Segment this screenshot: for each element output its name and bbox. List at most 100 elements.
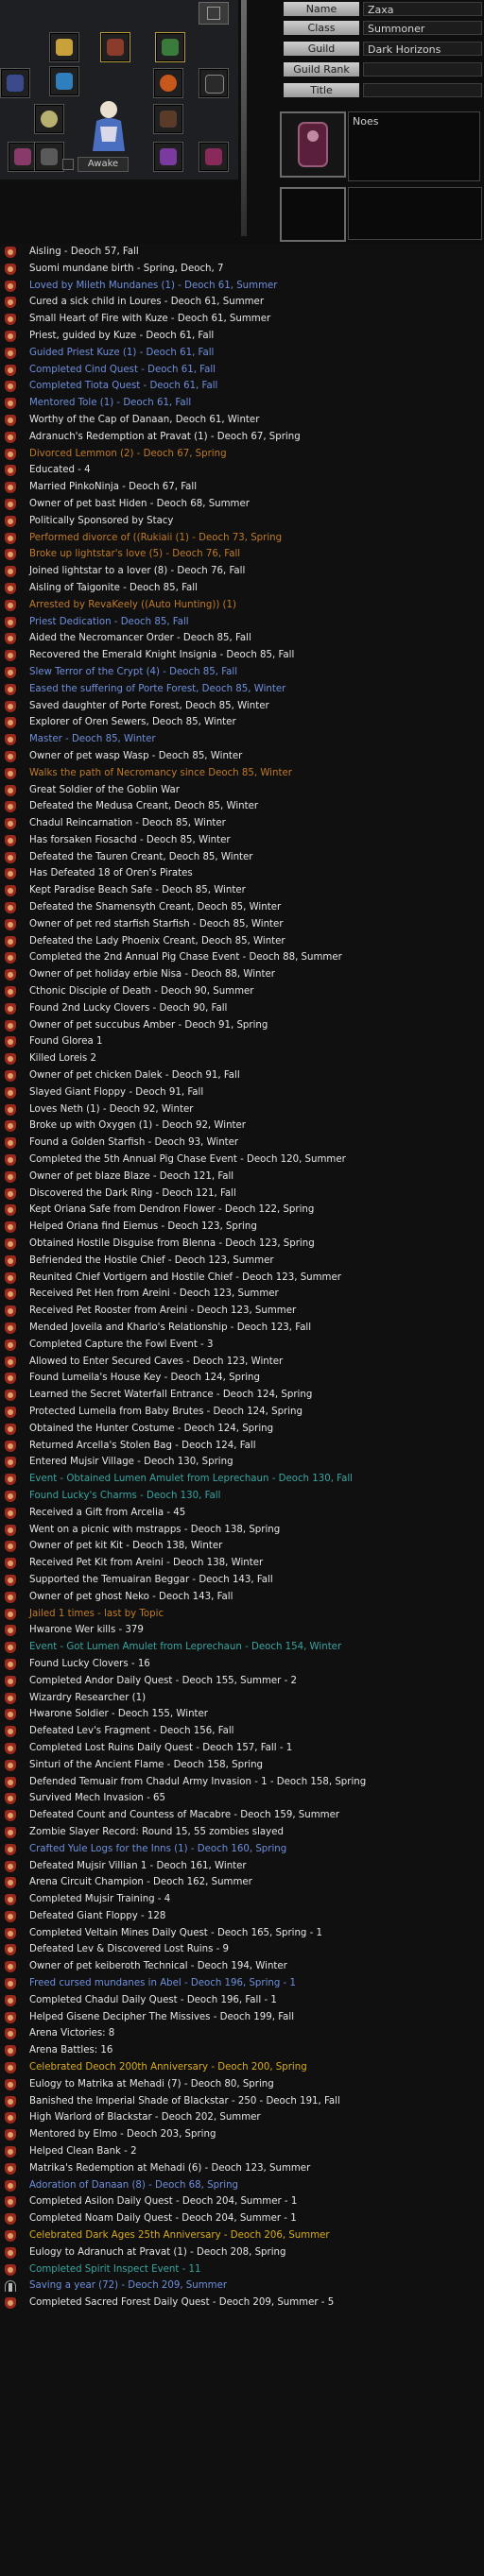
heart-icon xyxy=(5,1103,16,1116)
equip-slot-weapon[interactable] xyxy=(0,68,30,98)
equip-slot-ring-right[interactable] xyxy=(153,68,183,98)
legend-text: Event - Got Lumen Amulet from Leprechaun… xyxy=(29,1642,342,1653)
equip-slot-armor[interactable] xyxy=(49,66,79,96)
sword-icon xyxy=(56,39,73,56)
heart-icon xyxy=(5,1944,16,1956)
equip-slot-necklace[interactable] xyxy=(34,104,64,134)
legend-mark: Mended Joveila and Kharlo's Relationship… xyxy=(0,1320,484,1337)
legend-text: Mended Joveila and Kharlo's Relationship… xyxy=(29,1322,312,1333)
heart-icon xyxy=(5,1759,16,1771)
heart-icon xyxy=(5,1776,16,1788)
field-label-guild: Guild xyxy=(284,42,359,56)
panel-divider xyxy=(241,0,247,236)
legend-text: Owner of pet wasp Wasp - Deoch 85, Winte… xyxy=(29,750,243,761)
equip-slot-accessory[interactable] xyxy=(155,32,185,62)
legend-text: Explorer of Oren Sewers, Deoch 85, Winte… xyxy=(29,717,236,728)
equip-slot-helmet[interactable] xyxy=(49,32,79,62)
legend-mark: Recovered the Emerald Knight Insignia - … xyxy=(0,647,484,664)
heart-icon xyxy=(5,1373,16,1385)
legend-mark: Owner of pet kit Kit - Deoch 138, Winter xyxy=(0,1538,484,1555)
heart-icon xyxy=(5,2179,16,2192)
legend-text: Defeated Lev & Discovered Lost Ruins - 9 xyxy=(29,1944,230,1955)
legend-text: Helped Clean Bank - 2 xyxy=(29,2146,137,2158)
field-label-title: Title xyxy=(284,83,359,97)
heart-icon xyxy=(5,2129,16,2141)
awake-checkbox[interactable] xyxy=(62,159,74,170)
legend-mark: Matrika's Redemption at Mehadi (6) - Deo… xyxy=(0,2160,484,2177)
equip-slot-boots[interactable] xyxy=(34,142,64,172)
field-value-class: Summoner xyxy=(363,21,482,35)
necklace-icon xyxy=(41,111,58,128)
legend-mark: Arrested by RevaKeely ((Auto Hunting)) (… xyxy=(0,597,484,614)
legend-text: Helped Oriana find Eiemus - Deoch 123, S… xyxy=(29,1221,257,1233)
legend-text: Allowed to Enter Secured Caves - Deoch 1… xyxy=(29,1356,284,1367)
legend-text: Aided the Necromancer Order - Deoch 85, … xyxy=(29,633,251,644)
legend-text: Banished the Imperial Shade of Blackstar… xyxy=(29,2095,340,2107)
heart-icon xyxy=(5,902,16,914)
legend-text: Completed Noam Daily Quest - Deoch 204, … xyxy=(29,2213,297,2225)
heart-icon xyxy=(5,2112,16,2124)
equip-slot-shield[interactable] xyxy=(199,68,229,98)
equip-slot-earring[interactable] xyxy=(100,32,130,62)
legend-mark: Discovered the Dark Ring - Deoch 121, Fa… xyxy=(0,1186,484,1203)
legend-text: Hwarone Wer kills - 379 xyxy=(29,1625,144,1636)
legend-mark: Chadul Reincarnation - Deoch 85, Winter xyxy=(0,815,484,832)
legend-text: Celebrated Deoch 200th Anniversary - Deo… xyxy=(29,2062,307,2073)
legend-mark: Defeated the Tauren Creant, Deoch 85, Wi… xyxy=(0,849,484,866)
heart-icon xyxy=(5,465,16,477)
secondary-notes-box[interactable] xyxy=(348,187,482,240)
legend-text: Owner of pet ghost Neko - Deoch 143, Fal… xyxy=(29,1591,233,1602)
heart-icon xyxy=(5,834,16,846)
heart-icon xyxy=(5,1910,16,1922)
awake-button[interactable]: Awake xyxy=(78,157,129,172)
legend-mark: Slayed Giant Floppy - Deoch 91, Fall xyxy=(0,1084,484,1101)
heart-icon xyxy=(5,414,16,426)
legend-mark: Helped Oriana find Eiemus - Deoch 123, S… xyxy=(0,1219,484,1236)
legend-mark: Adranuch's Redemption at Pravat (1) - De… xyxy=(0,429,484,446)
legend-text: Completed Capture the Fowl Event - 3 xyxy=(29,1339,214,1350)
legend-mark: Mentored by Elmo - Deoch 203, Spring xyxy=(0,2126,484,2143)
legend-mark: Loves Neth (1) - Deoch 92, Winter xyxy=(0,1101,484,1118)
legend-mark: Has forsaken Fiosachd - Deoch 85, Winter xyxy=(0,832,484,849)
notes-box[interactable]: Noes xyxy=(348,111,480,181)
legend-text: Broke up lightstar's love (5) - Deoch 76… xyxy=(29,549,241,560)
legend-text: Owner of pet chicken Dalek - Deoch 91, F… xyxy=(29,1070,240,1082)
equip-slot-overcoat[interactable] xyxy=(199,142,229,172)
legend-list: Aisling - Deoch 57, Fall Suomi mundane bi… xyxy=(0,244,484,2312)
close-button[interactable] xyxy=(199,2,229,25)
heart-icon xyxy=(5,1204,16,1217)
legend-mark: Performed divorce of ((Rukiaii (1) - Deo… xyxy=(0,530,484,547)
legend-text: Received Pet Hen from Areini - Deoch 123… xyxy=(29,1288,279,1300)
legend-mark: Saved daughter of Porte Forest, Deoch 85… xyxy=(0,698,484,715)
heart-icon xyxy=(5,1154,16,1167)
heart-icon xyxy=(5,381,16,393)
legend-mark: Completed the 5th Annual Pig Chase Event… xyxy=(0,1152,484,1169)
heart-icon xyxy=(5,1305,16,1318)
legend-mark: Saving a year (72) - Deoch 209, Summer xyxy=(0,2277,484,2295)
legend-mark: Allowed to Enter Secured Caves - Deoch 1… xyxy=(0,1354,484,1371)
legend-text: Guided Priest Kuze (1) - Deoch 61, Fall xyxy=(29,347,215,358)
legend-text: Great Soldier of the Goblin War xyxy=(29,784,180,795)
heart-icon xyxy=(5,599,16,611)
legend-mark: Arena Battles: 16 xyxy=(0,2042,484,2059)
legend-text: Obtained the Hunter Costume - Deoch 124,… xyxy=(29,1423,274,1434)
field-value-guild-rank xyxy=(363,62,482,77)
legend-mark: Wizardry Researcher (1) xyxy=(0,1690,484,1707)
heart-icon xyxy=(5,1625,16,1637)
heart-icon xyxy=(5,1843,16,1855)
legend-mark: Protected Lumeila from Baby Brutes - Deo… xyxy=(0,1404,484,1421)
equip-slot-gauntlet-right[interactable] xyxy=(153,142,183,172)
heart-icon xyxy=(5,868,16,880)
heart-icon xyxy=(5,1541,16,1553)
heart-icon xyxy=(5,1339,16,1351)
legend-mark: Received Pet Hen from Areini - Deoch 123… xyxy=(0,1286,484,1303)
legend-mark: Politically Sponsored by Stacy xyxy=(0,513,484,530)
equip-slot-belt[interactable] xyxy=(153,104,183,134)
heart-icon xyxy=(5,582,16,594)
legend-mark: Walks the path of Necromancy since Deoch… xyxy=(0,765,484,782)
legend-text: Completed Mujsir Training - 4 xyxy=(29,1894,171,1905)
cloak-icon xyxy=(205,148,222,165)
legend-mark: Slew Terror of the Crypt (4) - Deoch 85,… xyxy=(0,664,484,681)
heart-icon xyxy=(5,1238,16,1251)
legend-text: Owner of pet blaze Blaze - Deoch 121, Fa… xyxy=(29,1170,234,1182)
